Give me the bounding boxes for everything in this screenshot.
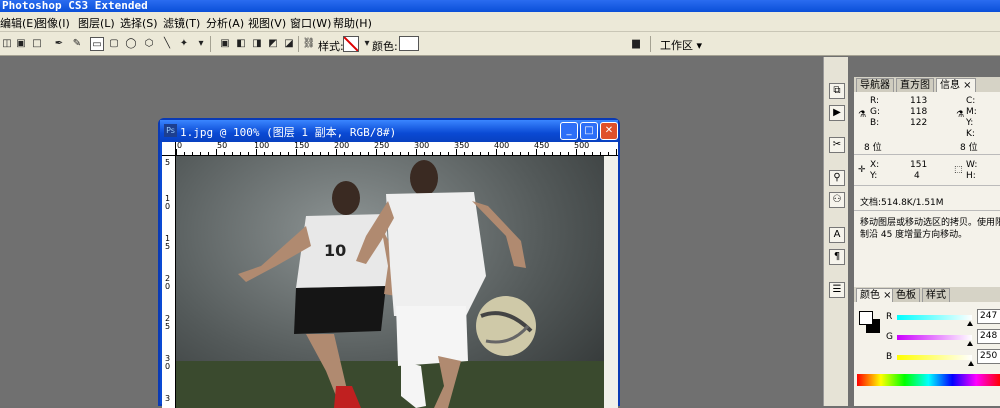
color-ramp[interactable]	[857, 374, 1000, 386]
info-g-value: 118	[910, 107, 928, 117]
menu-edit[interactable]: 编辑(E)	[0, 15, 38, 31]
foreground-color[interactable]	[859, 311, 873, 325]
ellipse-icon[interactable]: ◯	[124, 37, 138, 51]
style-swatch[interactable]	[343, 36, 359, 52]
app-title-bar: Photoshop CS3 Extended	[0, 0, 1000, 12]
ps-doc-icon: Ps	[164, 124, 177, 137]
tool-preset-icon[interactable]: ◫	[0, 37, 14, 51]
history-icon[interactable]: ⧉	[829, 83, 845, 99]
camera-icon[interactable]: ▆	[628, 37, 644, 51]
color-panel-tabs: 颜色 × 色板 样式	[854, 287, 1000, 302]
blue-value-input[interactable]: 250	[977, 349, 1000, 364]
red-slider-handle[interactable]	[967, 321, 973, 326]
info-bits-cmyk: 8 位	[960, 143, 978, 153]
document-title-bar[interactable]: Ps 1.jpg @ 100% (图层 1 副本, RGB/8#) _ □ ✕	[160, 120, 618, 142]
vertical-ruler[interactable]: 5 1 0 1 5 2 0 2 5 3 0 3	[162, 156, 176, 408]
info-x-value: 151	[910, 160, 928, 170]
maximize-button[interactable]: □	[580, 122, 598, 140]
tab-histogram[interactable]: 直方图	[896, 78, 934, 92]
document-window: Ps 1.jpg @ 100% (图层 1 副本, RGB/8#) _ □ ✕ …	[158, 118, 620, 408]
tab-info[interactable]: 信息 ×	[936, 78, 976, 92]
link-icon[interactable]: ⛓	[302, 37, 316, 51]
green-slider-handle[interactable]	[967, 341, 973, 346]
clone-source-icon[interactable]: ⚇	[829, 192, 845, 208]
info-y-value: 4	[914, 171, 920, 181]
info-b-value: 122	[910, 118, 928, 128]
menu-view[interactable]: 视图(V)	[248, 15, 286, 31]
svg-text:10: 10	[324, 241, 346, 260]
pen-icon[interactable]: ✒	[52, 37, 66, 51]
chevron-down-icon[interactable]: ▾	[194, 37, 208, 51]
eyedropper-icon: ⚗	[858, 110, 867, 120]
freeform-pen-icon[interactable]: ✎	[70, 37, 84, 51]
tab-swatches[interactable]: 色板	[892, 288, 920, 302]
intersect-area-icon[interactable]: ◩	[266, 37, 280, 51]
red-value-input[interactable]: 247	[977, 309, 1000, 324]
document-title: 1.jpg @ 100% (图层 1 副本, RGB/8#)	[180, 126, 397, 139]
menu-image[interactable]: 图像(I)	[36, 15, 70, 31]
selection-size-icon: ⬚	[954, 165, 963, 175]
color-label: 颜色:	[372, 40, 398, 53]
minimize-button[interactable]: _	[560, 122, 578, 140]
add-area-icon[interactable]: ◧	[234, 37, 248, 51]
ruler-corner	[162, 142, 176, 156]
soccer-photo: 10	[176, 160, 604, 408]
options-bar: ◫ ▣ □ ✒ ✎ ▭ ▢ ◯ ⬡ ╲ ✦ ▾ ▣ ◧ ◨ ◩ ◪ ⛓ 样式: …	[0, 32, 1000, 56]
new-layer-icon[interactable]: ▣	[218, 37, 232, 51]
info-hint: 移动图层或移动选区的拷贝。使用限制沿 45 度增量方向移动。	[860, 218, 1000, 240]
character-icon[interactable]: A	[829, 227, 845, 243]
green-slider[interactable]	[897, 335, 972, 340]
blue-slider-handle[interactable]	[968, 361, 974, 366]
brushes-icon[interactable]: ⚲	[829, 170, 845, 186]
actions-icon[interactable]: ▶	[829, 105, 845, 121]
tab-styles[interactable]: 样式	[922, 288, 950, 302]
info-r-value: 113	[910, 96, 928, 106]
mode-icon[interactable]: ▣	[14, 37, 28, 51]
tab-color[interactable]: 颜色 ×	[856, 288, 896, 302]
eyedropper-cmyk-icon: ⚗	[956, 110, 965, 120]
tool-presets-icon[interactable]: ✂	[829, 137, 845, 153]
exclude-area-icon[interactable]: ◪	[282, 37, 296, 51]
image-canvas[interactable]: 10	[176, 156, 604, 408]
menu-help[interactable]: 帮助(H)	[333, 15, 372, 31]
shape-layers-icon[interactable]: □	[30, 37, 44, 51]
info-bits: 8 位	[864, 143, 882, 153]
horizontal-ruler[interactable]: 0 50 100 150 200 250 300 350 400 450 500	[176, 142, 618, 156]
color-panel: R G B 247 248 250	[854, 302, 1000, 406]
info-panel-tabs: 导航器 直方图 信息 ×	[854, 77, 1000, 92]
menu-bar: 编辑(E) 图像(I) 图层(L) 选择(S) 滤镜(T) 分析(A) 视图(V…	[0, 12, 1000, 32]
menu-layer[interactable]: 图层(L)	[78, 15, 115, 31]
custom-shape-icon[interactable]: ✦	[177, 37, 191, 51]
subtract-area-icon[interactable]: ◨	[250, 37, 264, 51]
polygon-icon[interactable]: ⬡	[142, 37, 156, 51]
style-label: 样式:	[318, 40, 344, 53]
info-doc-size: 文档:514.8K/1.51M	[860, 198, 944, 208]
right-panels: 导航器 直方图 信息 × ⚗ R: G: B: 113 118 122 C: ⚗…	[849, 57, 1000, 406]
app-title: Photoshop CS3 Extended	[2, 0, 148, 12]
color-swatch[interactable]	[399, 36, 419, 51]
crosshair-icon: ✛	[858, 165, 866, 175]
rounded-rect-icon[interactable]: ▢	[107, 37, 121, 51]
menu-select[interactable]: 选择(S)	[120, 15, 158, 31]
red-slider[interactable]	[897, 315, 972, 320]
line-icon[interactable]: ╲	[160, 37, 174, 51]
close-button[interactable]: ✕	[600, 122, 618, 140]
layer-comps-icon[interactable]: ☰	[829, 282, 845, 298]
workspace-menu[interactable]: 工作区 ▾	[660, 37, 702, 53]
green-value-input[interactable]: 248	[977, 329, 1000, 344]
blue-slider[interactable]	[897, 355, 972, 360]
tab-navigator[interactable]: 导航器	[856, 78, 894, 92]
menu-analysis[interactable]: 分析(A)	[206, 15, 244, 31]
menu-filter[interactable]: 滤镜(T)	[163, 15, 200, 31]
menu-window[interactable]: 窗口(W)	[290, 15, 331, 31]
panel-icon-dock: ⧉ ▶ ✂ ⚲ ⚇ A ¶ ☰	[823, 57, 848, 406]
paragraph-icon[interactable]: ¶	[829, 249, 845, 265]
vertical-scrollbar[interactable]	[604, 156, 618, 408]
rectangle-tool-icon[interactable]: ▭	[90, 37, 104, 51]
